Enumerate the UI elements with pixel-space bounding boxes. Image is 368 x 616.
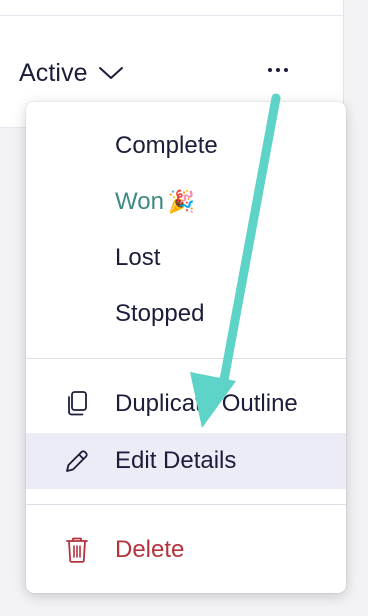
menu-item-label: Won 🎉 (115, 188, 195, 216)
menu-divider (26, 504, 346, 505)
menu-item-complete[interactable]: Complete (26, 119, 346, 173)
status-dropdown[interactable]: Active (19, 56, 124, 90)
menu-item-duplicate-outline[interactable]: Duplicate Outline (26, 377, 346, 431)
menu-divider (26, 358, 346, 359)
page: Active Complete Won 🎉 Lost Stopped Dupli… (0, 0, 368, 616)
menu-item-label: Stopped (115, 300, 205, 327)
menu-item-edit-details[interactable]: Edit Details (26, 433, 346, 489)
menu-item-delete[interactable]: Delete (26, 523, 346, 577)
more-dot (276, 68, 280, 72)
menu-item-label: Edit Details (115, 447, 237, 474)
status-label: Active (19, 58, 88, 87)
menu-item-label: Delete (115, 536, 185, 563)
menu-item-label: Complete (115, 132, 218, 159)
party-popper-icon: 🎉 (167, 189, 196, 214)
more-horizontal-icon (268, 68, 272, 72)
menu-item-lost[interactable]: Lost (26, 231, 346, 285)
status-menu: Complete Won 🎉 Lost Stopped Duplicate Out… (26, 102, 346, 593)
chevron-down-icon (98, 67, 123, 79)
trash-icon (63, 536, 91, 564)
pencil-icon (63, 447, 91, 475)
menu-item-label: Duplicate Outline (115, 390, 298, 417)
menu-item-label: Lost (115, 244, 161, 271)
menu-item-won[interactable]: Won 🎉 (26, 175, 346, 229)
more-dot (284, 68, 288, 72)
won-label: Won (115, 188, 164, 215)
menu-item-stopped[interactable]: Stopped (26, 287, 346, 341)
card-divider-top (0, 15, 344, 16)
more-options-button[interactable] (263, 58, 293, 82)
copy-icon (63, 390, 91, 418)
